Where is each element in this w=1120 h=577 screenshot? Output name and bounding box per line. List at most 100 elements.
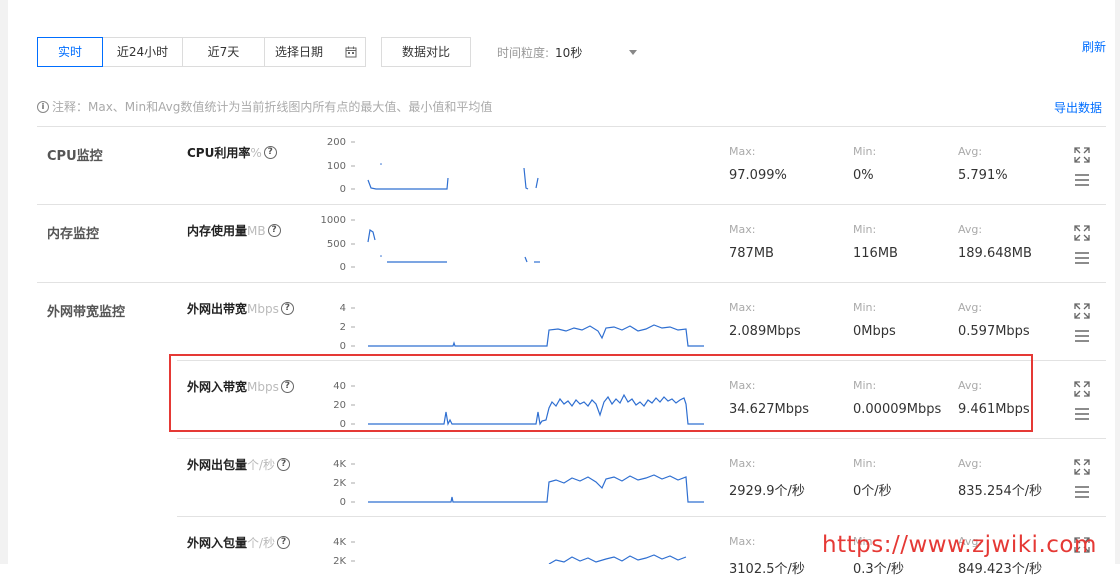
series-line — [367, 228, 376, 243]
export-data-link[interactable]: 导出数据 — [1054, 99, 1102, 116]
y-tick-label: 0 — [340, 184, 346, 195]
series-line — [367, 177, 449, 190]
max-value: 97.099% — [729, 168, 787, 183]
y-tick-label: 2 — [340, 322, 346, 333]
y-tick-label: 100 — [327, 161, 346, 172]
max-label: Max: — [729, 223, 756, 236]
min-label: Min: — [853, 145, 877, 158]
granularity-select[interactable]: 10秒 — [555, 44, 638, 61]
metric-name: 外网出包量 个/秒? — [187, 456, 291, 473]
series-line — [523, 167, 529, 190]
help-icon[interactable]: ? — [277, 536, 291, 549]
divider — [37, 204, 1106, 205]
menu-icon[interactable] — [1074, 484, 1090, 500]
metric-name: 外网出带宽 Mbps? — [187, 300, 294, 317]
avg-value: 849.423个/秒 — [958, 562, 1043, 577]
series-line — [548, 554, 687, 564]
y-tick-label: 500 — [327, 239, 346, 250]
series-line — [535, 177, 539, 189]
metric-chart: 4K 2K 0 — [333, 459, 704, 508]
metric-title: 外网出带宽 — [187, 302, 248, 316]
avg-label: Avg: — [958, 457, 983, 470]
tab-7d[interactable]: 近7天 — [183, 38, 265, 66]
metric-unit: Mbps — [247, 301, 279, 316]
metric-name: 内存使用量 MB? — [187, 222, 281, 239]
max-label: Max: — [729, 301, 756, 314]
avg-value: 835.254个/秒 — [958, 484, 1043, 499]
metric-chart: 4 2 0 — [340, 303, 704, 352]
min-value: 0Mbps — [853, 324, 896, 339]
y-tick-label: 0 — [340, 497, 346, 508]
tab-24h[interactable]: 近24小时 — [103, 38, 183, 66]
menu-icon[interactable] — [1074, 250, 1090, 266]
compare-button[interactable]: 数据对比 — [381, 37, 471, 67]
expand-icon[interactable] — [1074, 303, 1090, 319]
left-frame — [0, 0, 8, 564]
series-line — [524, 256, 528, 263]
avg-label: Avg: — [958, 223, 983, 236]
series-point — [380, 163, 382, 165]
metric-title: 外网出包量 — [187, 458, 248, 472]
metric-chart: 1000 500 0 — [321, 215, 540, 273]
metric-chart: 200 100 0 — [327, 137, 539, 195]
max-label: Max: — [729, 145, 756, 158]
max-label: Max: — [729, 535, 756, 548]
max-value: 787MB — [729, 246, 774, 261]
group-cpu-label: CPU监控 — [47, 149, 103, 164]
date-picker-label: 选择日期 — [275, 45, 324, 59]
refresh-link[interactable]: 刷新 — [1082, 38, 1106, 55]
menu-icon[interactable] — [1074, 172, 1090, 188]
time-toolbar: 实时 近24小时 近7天 选择日期 数据对比 时间粒度: 10秒 — [37, 37, 638, 67]
y-tick-label: 4K — [333, 537, 346, 548]
max-label: Max: — [729, 457, 756, 470]
y-tick-label: 0 — [340, 262, 346, 273]
group-network-label: 外网带宽监控 — [47, 305, 126, 320]
info-icon: i — [37, 100, 49, 113]
max-value: 2929.9个/秒 — [729, 484, 805, 499]
y-tick-label: 2K — [333, 556, 346, 564]
expand-icon[interactable] — [1074, 459, 1090, 475]
expand-icon[interactable] — [1074, 147, 1090, 163]
divider — [37, 282, 1106, 283]
avg-value: 0.597Mbps — [958, 324, 1030, 339]
metric-unit: 个/秒 — [247, 536, 276, 550]
date-picker[interactable]: 选择日期 — [265, 38, 365, 66]
granularity-value: 10秒 — [555, 45, 583, 60]
divider — [177, 516, 1106, 517]
series-line — [368, 324, 704, 347]
series-line — [368, 474, 704, 503]
max-value: 2.089Mbps — [729, 324, 801, 339]
avg-value: 189.648MB — [958, 246, 1032, 261]
help-icon[interactable]: ? — [267, 224, 281, 237]
metric-unit: MB — [247, 223, 266, 238]
y-tick-label: 0 — [340, 341, 346, 352]
divider — [177, 438, 1106, 439]
expand-icon[interactable] — [1074, 381, 1090, 397]
calendar-icon — [345, 46, 357, 58]
min-value: 0% — [853, 168, 874, 183]
min-value: 0个/秒 — [853, 484, 892, 499]
metric-unit: % — [250, 145, 262, 160]
series-point — [380, 255, 382, 257]
avg-value: 5.791% — [958, 168, 1008, 183]
y-tick-label: 1000 — [321, 215, 346, 226]
tab-realtime[interactable]: 实时 — [37, 37, 103, 67]
min-value: 0.3个/秒 — [853, 562, 905, 577]
metric-chart: 4K 2K — [333, 537, 687, 564]
help-icon[interactable]: ? — [280, 302, 294, 315]
menu-icon[interactable] — [1074, 406, 1090, 422]
time-range-selector: 实时 近24小时 近7天 选择日期 — [37, 37, 366, 67]
avg-label: Avg: — [958, 145, 983, 158]
metric-name: CPU利用率%? — [187, 144, 277, 161]
y-tick-label: 4K — [333, 459, 346, 470]
help-icon[interactable]: ? — [263, 146, 277, 159]
chevron-down-icon — [629, 49, 638, 55]
y-tick-label: 4 — [340, 303, 346, 314]
help-icon[interactable]: ? — [277, 458, 291, 471]
metric-unit: 个/秒 — [247, 458, 276, 472]
metric-title: 内存使用量 — [187, 224, 248, 238]
menu-icon[interactable] — [1074, 328, 1090, 344]
stats-note: i 注释：Max、Min和Avg数值统计为当前折线图内所有点的最大值、最小值和平… — [37, 98, 492, 115]
min-label: Min: — [853, 223, 877, 236]
expand-icon[interactable] — [1074, 225, 1090, 241]
